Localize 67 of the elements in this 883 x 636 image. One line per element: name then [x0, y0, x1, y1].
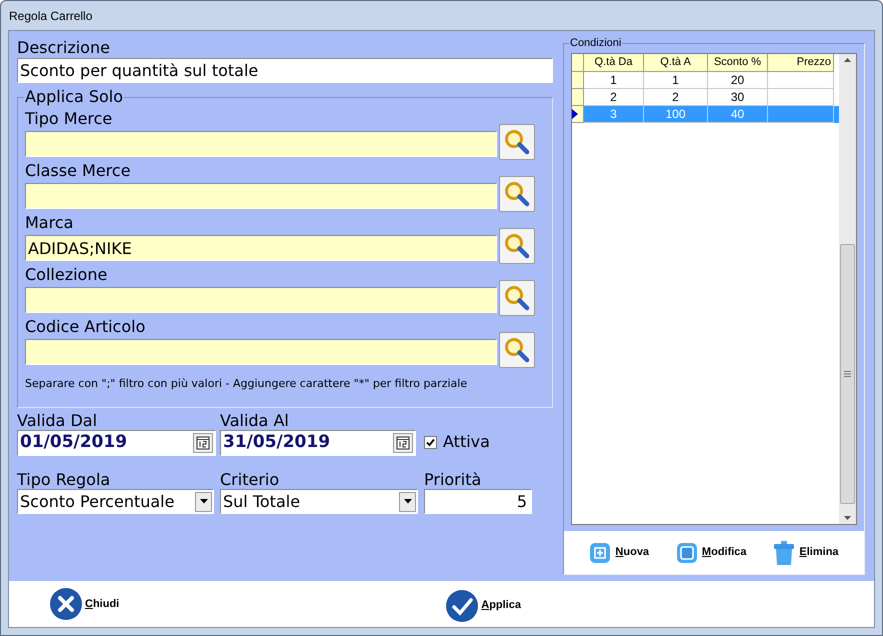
field-label: Codice Articolo [25, 318, 146, 336]
column-header[interactable]: Prezzo [768, 54, 834, 72]
footer-button[interactable]: Applica [446, 590, 521, 622]
trash-icon [773, 540, 796, 566]
row-indicator[interactable] [572, 106, 584, 123]
checkbox-label: Attiva [443, 431, 490, 453]
field-label: Criterio [220, 471, 280, 489]
field-label: Tipo Regola [17, 471, 112, 489]
group-title: Applica Solo [24, 88, 124, 106]
magnifier-icon [504, 129, 530, 155]
checkmark-icon [446, 590, 478, 622]
date-field[interactable]: 31/05/2019 [220, 430, 416, 456]
table-cell: 100 [644, 106, 708, 123]
table-cell [768, 106, 834, 123]
filter-field[interactable] [25, 131, 497, 157]
row-indicator [572, 54, 584, 72]
group-title: Condizioni [569, 37, 622, 49]
column-header[interactable]: Q.tà Da [584, 54, 644, 72]
filter-field[interactable] [25, 339, 497, 365]
row-pointer-icon [572, 109, 578, 119]
active-checkbox[interactable] [424, 436, 437, 448]
scroll-up-icon [844, 58, 851, 62]
scroll-down-icon [844, 516, 851, 520]
search-button[interactable] [499, 176, 535, 212]
caret-icon [404, 499, 412, 504]
priority-field[interactable]: 5 [424, 489, 532, 514]
scroll-thumb[interactable] [840, 244, 855, 504]
footer-button[interactable]: Chiudi [50, 588, 120, 620]
dropdown[interactable]: Sul Totale [220, 489, 418, 514]
field-label: Classe Merce [25, 162, 132, 180]
description-field[interactable]: Sconto per quantità sul totale [17, 58, 553, 83]
filter-field[interactable] [25, 287, 497, 313]
dropdown[interactable]: Sconto Percentuale [17, 489, 214, 514]
window-title: Regola Carrello [9, 8, 92, 24]
filter-field[interactable] [25, 183, 497, 209]
calendar-icon [396, 436, 410, 450]
table-cell: 40 [708, 106, 768, 123]
plus-icon [589, 542, 612, 564]
calendar-icon [196, 436, 210, 450]
filter-field[interactable]: ADIDAS;NIKE [25, 235, 497, 261]
field-label: Priorità [424, 471, 482, 489]
toolbar-button[interactable]: Modifica [676, 542, 747, 564]
magnifier-icon [504, 181, 530, 207]
caret-icon [200, 499, 208, 504]
search-button[interactable] [499, 124, 535, 160]
date-field[interactable]: 01/05/2019 [17, 430, 216, 456]
search-button[interactable] [499, 280, 535, 316]
magnifier-icon [504, 337, 530, 363]
magnifier-icon [504, 233, 530, 259]
close-icon [50, 588, 82, 620]
field-label: Valida Dal [17, 412, 98, 430]
search-button[interactable] [499, 228, 535, 264]
table-cell: 3 [584, 106, 644, 123]
column-header[interactable]: Q.tà A [644, 54, 708, 72]
field-label: Descrizione [17, 39, 111, 58]
toolbar-button[interactable]: Elimina [773, 540, 839, 566]
scrollbar[interactable] [839, 54, 856, 524]
column-header[interactable]: Sconto % [708, 54, 768, 72]
search-button[interactable] [499, 332, 535, 368]
magnifier-icon [504, 285, 530, 311]
filter-hint: Separare con ";" filtro con più valori - Aggiungere carattere "*" per filtro parziale [25, 376, 468, 392]
toolbar-button[interactable]: Nuova [589, 542, 650, 564]
field-label: Tipo Merce [25, 110, 114, 128]
field-label: Marca [25, 214, 74, 232]
square-icon [676, 542, 698, 564]
field-label: Valida Al [220, 412, 290, 430]
field-label: Collezione [25, 266, 108, 284]
